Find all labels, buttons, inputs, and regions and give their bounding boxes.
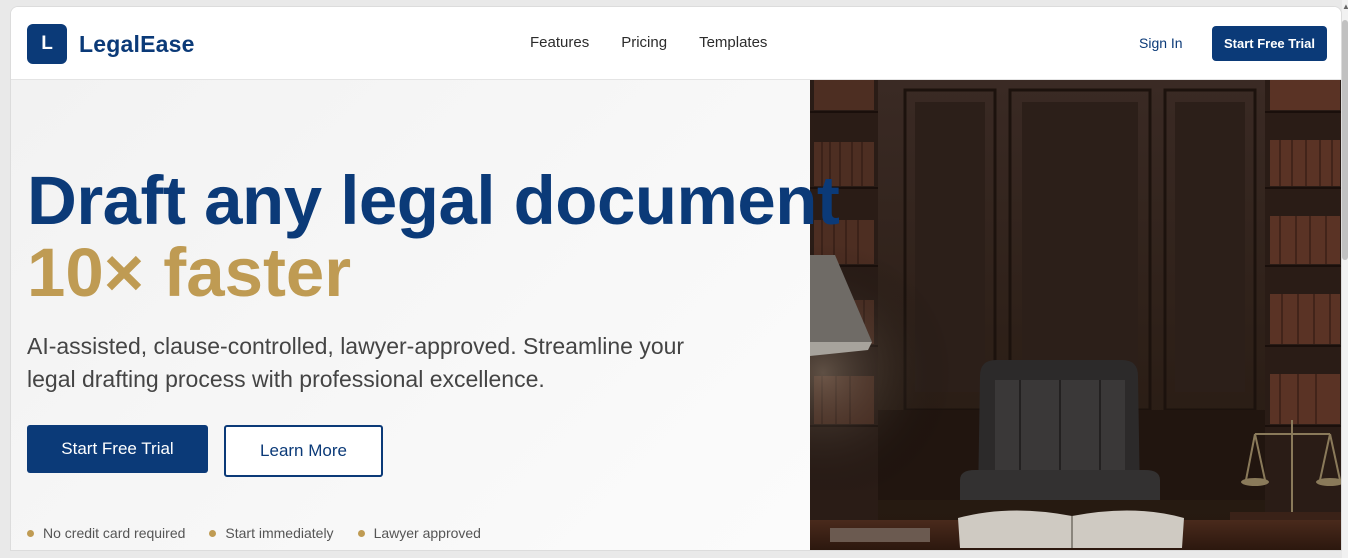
page-scrollbar[interactable]: ▲ xyxy=(1342,0,1348,558)
badge-label: Lawyer approved xyxy=(373,525,481,541)
scroll-up-arrow-icon[interactable]: ▲ xyxy=(1342,2,1348,12)
start-free-trial-button[interactable]: Start Free Trial xyxy=(27,425,208,473)
hero-headline: Draft any legal document xyxy=(27,162,840,239)
main-nav: Features Pricing Templates xyxy=(530,34,767,51)
browser-viewport: L LegalEase Features Pricing Templates S… xyxy=(10,6,1342,551)
nav-templates[interactable]: Templates xyxy=(699,34,767,51)
nav-features[interactable]: Features xyxy=(530,34,589,51)
law-office-image xyxy=(810,80,1341,550)
badge-label: No credit card required xyxy=(43,525,186,541)
bullet-dot-icon xyxy=(209,529,217,537)
nav-pricing[interactable]: Pricing xyxy=(621,34,667,51)
badge-start-immediately: Start immediately xyxy=(209,525,334,541)
learn-more-button[interactable]: Learn More xyxy=(224,425,383,477)
logo-mark-icon: L xyxy=(27,24,67,64)
hero-section: Draft any legal document 10× faster AI-a… xyxy=(11,80,1341,550)
bullet-dot-icon xyxy=(27,529,34,537)
sign-in-link[interactable]: Sign In xyxy=(1139,35,1183,51)
brand-name: LegalEase xyxy=(79,30,195,57)
bullet-dot-icon xyxy=(357,529,365,537)
header-start-trial-button[interactable]: Start Free Trial xyxy=(1212,26,1327,61)
hero-headline-accent: 10× faster xyxy=(27,234,352,311)
site-header: L LegalEase Features Pricing Templates S… xyxy=(11,7,1341,80)
brand-logo[interactable]: L LegalEase xyxy=(27,24,195,64)
hero-subtext: AI-assisted, clause-controlled, lawyer-a… xyxy=(27,333,685,392)
badge-lawyer-approved: Lawyer approved xyxy=(357,525,481,541)
badge-label: Start immediately xyxy=(225,525,334,541)
trust-badges: No credit card required Start immediatel… xyxy=(27,525,481,541)
scrollbar-thumb[interactable] xyxy=(1342,20,1348,260)
badge-no-credit-card: No credit card required xyxy=(27,525,185,541)
